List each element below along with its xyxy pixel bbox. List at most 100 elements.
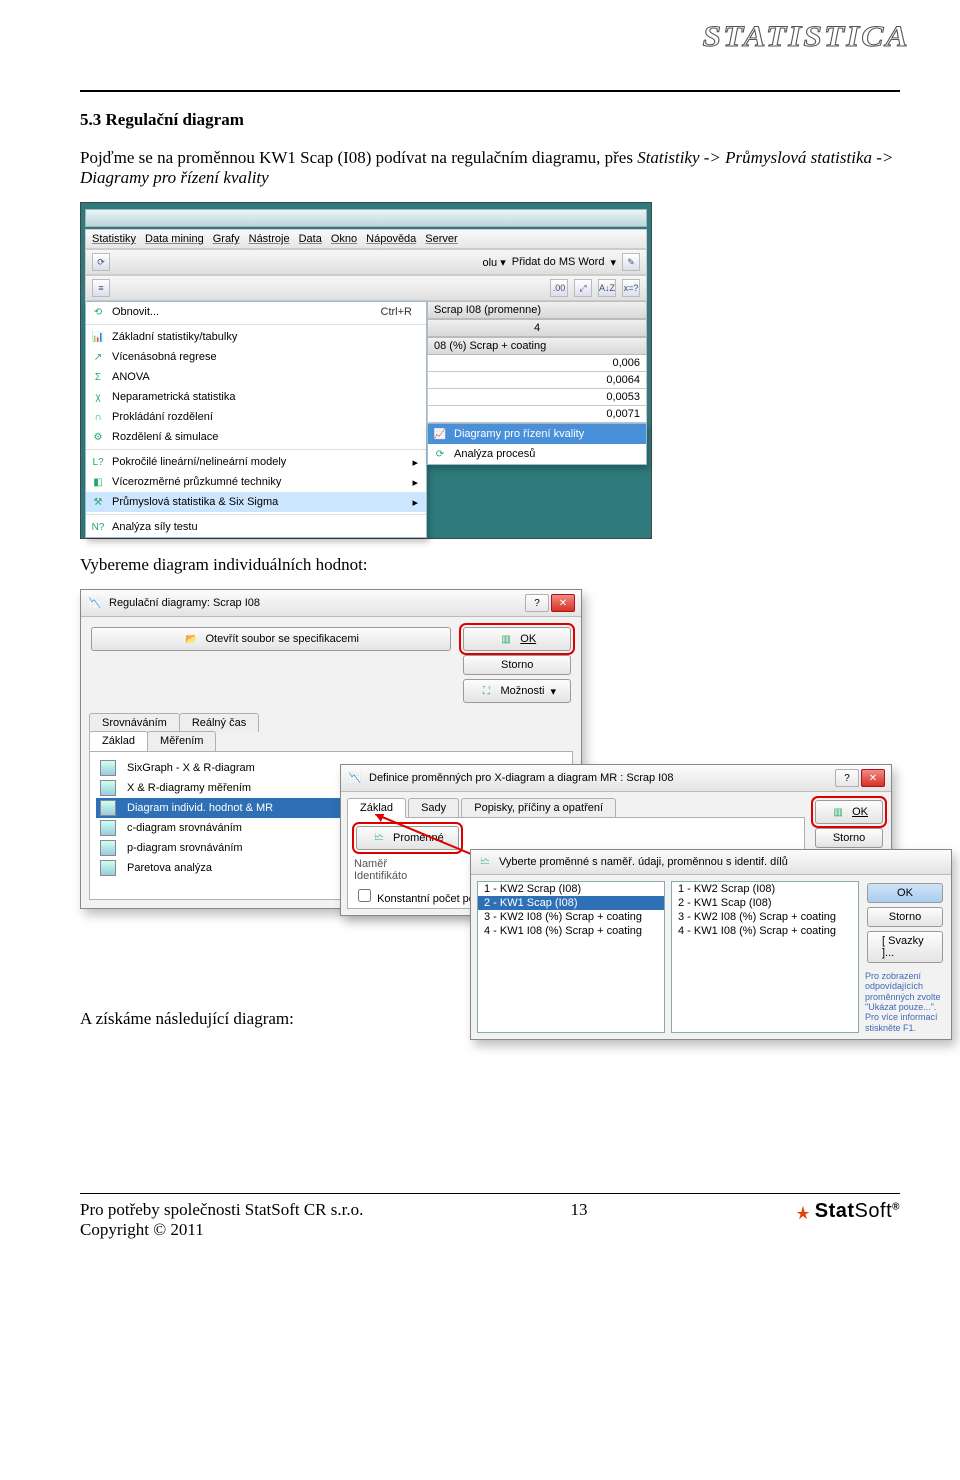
list-item[interactable]: 1 - KW2 Scrap (I08) <box>478 882 664 896</box>
list-item-selected[interactable]: 2 - KW1 Scap (I08) <box>478 896 664 910</box>
dd-pokroc[interactable]: L?Pokročilé lineární/nelineární modely <box>86 452 426 472</box>
help-icon[interactable]: ? <box>525 594 549 612</box>
menu-statistiky[interactable]: Statistiky <box>92 233 136 245</box>
tool-icon-5[interactable]: ⤢ <box>574 279 592 297</box>
konst-checkbox[interactable] <box>358 889 371 902</box>
tool-icon[interactable]: ⟳ <box>92 253 110 271</box>
dlg2-title: 📉 Definice proměnných pro X-diagram a di… <box>341 765 891 792</box>
stats-icon: 📊 <box>90 329 106 345</box>
dd-prum[interactable]: ⚒Průmyslová statistika & Six Sigma <box>86 492 426 512</box>
dlg1-title: 📉 Regulační diagramy: Scrap I08 ?✕ <box>81 590 581 617</box>
listbox-right[interactable]: 1 - KW2 Scrap (I08) 2 - KW1 Scap (I08) 3… <box>671 881 859 1033</box>
data-cell[interactable]: 0,0053 <box>427 389 647 406</box>
brand-watermark: STATISTICA <box>702 20 909 54</box>
sheet-tab[interactable]: Scrap I08 (promenne) <box>427 301 647 319</box>
chart-icon: 📉 <box>87 595 103 611</box>
tab-real[interactable]: Reálný čas <box>179 713 259 732</box>
dd-anova[interactable]: Σ ANOVA <box>86 367 426 387</box>
tab-zaklad[interactable]: Základ <box>89 731 148 751</box>
submenu-procesy[interactable]: ⟳Analýza procesů <box>428 444 646 464</box>
toolbar-word[interactable]: Přidat do MS Word <box>512 256 605 268</box>
dd-shortcut: Ctrl+R <box>381 306 418 318</box>
tool-icon-3[interactable]: ≡ <box>92 279 110 297</box>
options-button[interactable]: ⛶Možnosti ▾ <box>463 679 571 703</box>
item-label: X & R-diagramy měřením <box>127 782 251 794</box>
storno-button-3[interactable]: Storno <box>867 907 943 927</box>
sort-icon[interactable]: A↓Z <box>598 279 616 297</box>
storno-button-2[interactable]: Storno <box>815 828 883 848</box>
submenu: 📈 Diagramy pro řízení kvality ⟳Analýza pr… <box>427 423 647 465</box>
dd-label: Rozdělení & simulace <box>112 431 218 443</box>
dd-prokl[interactable]: ∩Prokládání rozdělení <box>86 407 426 427</box>
close-icon[interactable]: ✕ <box>861 769 885 787</box>
storno-button[interactable]: Storno <box>463 655 571 675</box>
dd-label: Průmyslová statistika & Six Sigma <box>112 496 278 508</box>
submenu-label: Diagramy pro řízení kvality <box>454 428 584 440</box>
footer-company: Pro potřeby společnosti StatSoft CR s.r.… <box>80 1200 363 1220</box>
menu-okno[interactable]: Okno <box>331 233 357 245</box>
list-item[interactable]: 4 - KW1 I08 (%) Scrap + coating <box>478 924 664 938</box>
list-item[interactable]: 4 - KW1 I08 (%) Scrap + coating <box>672 924 858 938</box>
intro-text: Pojďme se na proměnnou KW1 Scap (I08) po… <box>80 148 637 167</box>
multi-icon: ◧ <box>90 474 106 490</box>
section-heading: 5.3 Regulační diagram <box>80 110 900 130</box>
filter-icon[interactable]: x=? <box>622 279 640 297</box>
ok-button[interactable]: ▥OK <box>463 627 571 651</box>
dlg2-title-text: Definice proměnných pro X-diagram a diag… <box>369 772 673 784</box>
anova-icon: Σ <box>90 369 106 385</box>
dd-nepar[interactable]: χNeparametrická statistika <box>86 387 426 407</box>
qc-icon: 📈 <box>432 426 448 442</box>
dd-anal[interactable]: N?Analýza síly testu <box>86 517 426 537</box>
menu-napoveda[interactable]: Nápověda <box>366 233 416 245</box>
open-spec-button[interactable]: 📂Otevřít soubor se specifikacemi <box>91 627 451 651</box>
ok-button-2[interactable]: ▥OK <box>815 800 883 824</box>
list-item[interactable]: 3 - KW2 I08 (%) Scrap + coating <box>672 910 858 924</box>
list-item[interactable]: 1 - KW2 Scrap (I08) <box>672 882 858 896</box>
help-icon[interactable]: ? <box>835 769 859 787</box>
svazky-button[interactable]: [ Svazky ]... <box>867 931 943 963</box>
tab-merenim[interactable]: Měřením <box>147 731 216 751</box>
sheet-area: Scrap I08 (promenne) 4 08 (%) Scrap + co… <box>427 301 647 538</box>
tab-srov[interactable]: Srovnáváním <box>89 713 180 732</box>
nonparam-icon: χ <box>90 389 106 405</box>
dd-sep <box>86 324 426 325</box>
dd-zakladni[interactable]: 📊Základní statistiky/tabulky <box>86 327 426 347</box>
statistics-dropdown: ⟲Obnovit...Ctrl+R 📊Základní statistiky/t… <box>85 301 427 538</box>
tool-icon-2[interactable]: ✎ <box>622 253 640 271</box>
menu-datamining[interactable]: Data mining <box>145 233 204 245</box>
app-titlebar <box>85 209 647 227</box>
chart-icon <box>100 840 116 856</box>
dd-vicenas[interactable]: ↗Vícenásobná regrese <box>86 347 426 367</box>
dlg3-title-text: Vyberte proměnné s naměř. údaji, proměnn… <box>499 856 788 868</box>
statsoft-logo: StatSoft® <box>795 1200 900 1223</box>
submenu-diagramy[interactable]: 📈 Diagramy pro řízení kvality <box>428 424 646 444</box>
close-icon[interactable]: ✕ <box>551 594 575 612</box>
vars-icon: 🗠 <box>477 854 493 870</box>
data-cell[interactable]: 0,006 <box>427 355 647 372</box>
menubar[interactable]: Statistiky Data mining Grafy Nástroje Da… <box>85 229 647 249</box>
dd-rozd[interactable]: ⚙Rozdělení & simulace <box>86 427 426 447</box>
footer-rule <box>80 1193 900 1194</box>
konst-label: Konstantní počet po <box>377 893 475 905</box>
tool-icon-4[interactable]: .00 <box>550 279 568 297</box>
chart-icon <box>100 820 116 836</box>
chart-icon: 📉 <box>347 770 363 786</box>
menu-grafy[interactable]: Grafy <box>213 233 240 245</box>
dd-label: ANOVA <box>112 371 150 383</box>
menu-data[interactable]: Data <box>299 233 322 245</box>
menu-server[interactable]: Server <box>425 233 457 245</box>
list-item[interactable]: 3 - KW2 I08 (%) Scrap + coating <box>478 910 664 924</box>
data-cell[interactable]: 0,0071 <box>427 406 647 423</box>
menu-nastroje[interactable]: Nástroje <box>249 233 290 245</box>
regression-icon: ↗ <box>90 349 106 365</box>
listbox-left[interactable]: 1 - KW2 Scrap (I08) 2 - KW1 Scap (I08) 3… <box>477 881 665 1033</box>
header-rule <box>80 90 900 92</box>
list-item[interactable]: 2 - KW1 Scap (I08) <box>672 896 858 910</box>
data-cell[interactable]: 0,0064 <box>427 372 647 389</box>
dd-vicer[interactable]: ◧Vícerozměrné průzkumné techniky <box>86 472 426 492</box>
dd-obnovit[interactable]: ⟲Obnovit...Ctrl+R <box>86 302 426 322</box>
dropdown-icon[interactable]: ▾ <box>610 256 616 269</box>
folder-open-icon: 📂 <box>183 631 199 647</box>
ok-button-3[interactable]: OK <box>867 883 943 903</box>
page-number: 13 <box>571 1200 588 1220</box>
